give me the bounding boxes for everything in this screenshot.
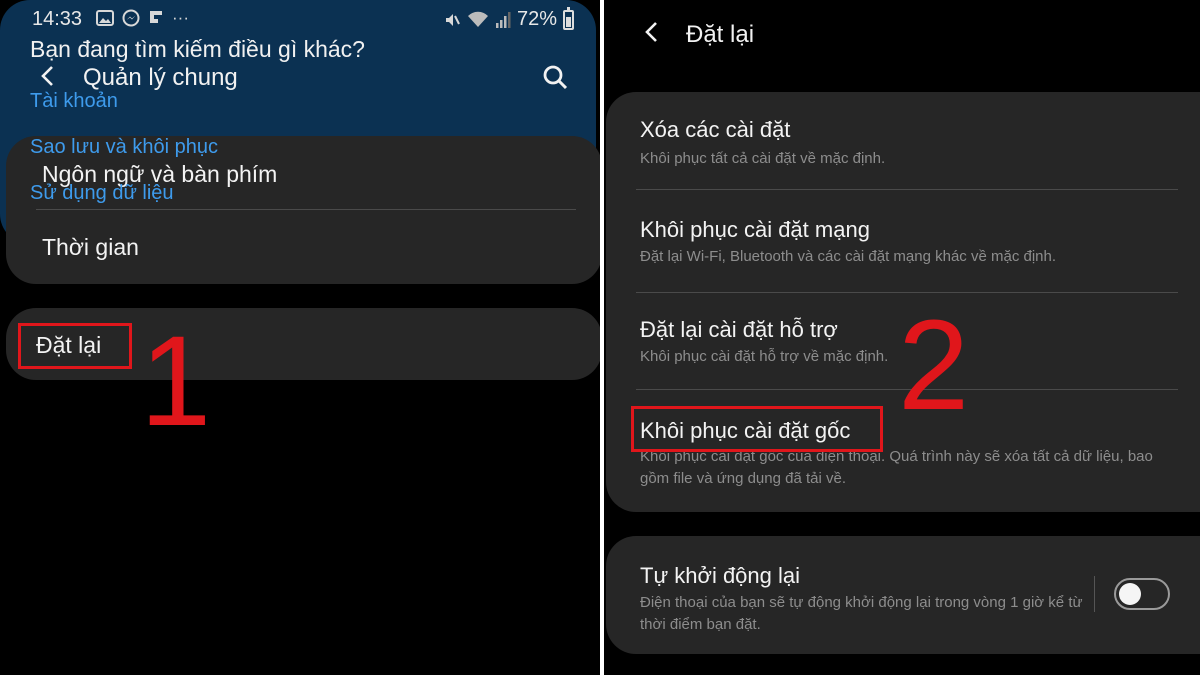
option-subtitle: Khôi phục cài đặt gốc của điện thoại. Qu…: [640, 448, 1153, 487]
page-title: Quản lý chung: [83, 64, 238, 91]
option-title: Tự khởi động lại: [640, 563, 801, 588]
more-dots-icon: ···: [172, 8, 189, 27]
option-subtitle: Điện thoại của bạn sẽ tự động khởi động …: [640, 594, 1083, 633]
link-backup-restore[interactable]: Sao lưu và khôi phục: [30, 136, 218, 159]
search-icon[interactable]: [540, 62, 570, 92]
back-arrow-icon[interactable]: [642, 20, 660, 44]
battery-percent: 72%: [516, 8, 557, 30]
page-title: Đặt lại: [686, 21, 755, 48]
toggle-knob: [1119, 583, 1141, 605]
highlight-box-reset: [18, 323, 132, 369]
left-screen: 14:33 ··· 72% Quản lý chung Ngôn ngữ và …: [0, 0, 600, 675]
menu-item-auto-restart[interactable]: Tự khởi động lại Điện thoại của bạn sẽ t…: [606, 536, 1200, 654]
menu-item-reset-settings[interactable]: Xóa các cài đặt Khôi phục tất cả cài đặt…: [606, 92, 1200, 188]
highlight-box-factory-reset: [631, 406, 883, 452]
notification-icons: ···: [96, 7, 189, 29]
menu-item-time[interactable]: Thời gian: [6, 210, 600, 284]
auto-restart-card: Tự khởi động lại Điện thoại của bạn sẽ t…: [606, 536, 1200, 654]
auto-restart-toggle[interactable]: [1114, 578, 1170, 610]
back-arrow-icon[interactable]: [38, 64, 56, 88]
option-subtitle: Đặt lại Wi-Fi, Bluetooth và các cài đặt …: [640, 248, 1057, 265]
suggestion-heading: Bạn đang tìm kiếm điều gì khác?: [30, 36, 365, 62]
panel-divider: [600, 0, 604, 675]
option-subtitle: Khôi phục tất cả cài đặt về mặc định.: [640, 150, 886, 167]
system-icons: 72%: [443, 6, 574, 31]
battery-icon: [563, 6, 574, 30]
toggle-divider: [1094, 576, 1095, 612]
wifi-icon: [467, 11, 488, 27]
messenger-icon: [122, 9, 140, 27]
mute-icon: [445, 13, 460, 26]
flipboard-icon: [150, 11, 162, 23]
step-number-1: 1: [140, 310, 212, 453]
link-accounts[interactable]: Tài khoản: [30, 90, 118, 113]
link-data-usage[interactable]: Sử dụng dữ liệu: [30, 182, 174, 205]
gallery-icon: [96, 10, 114, 26]
menu-item-label: Thời gian: [42, 234, 139, 260]
status-time: 14:33: [32, 8, 83, 30]
option-title: Khôi phục cài đặt mạng: [640, 217, 870, 242]
option-subtitle: Khôi phục cài đặt hỗ trợ về mặc định.: [640, 348, 889, 365]
option-title: Xóa các cài đặt: [640, 117, 791, 142]
signal-icon: [495, 11, 511, 28]
step-number-2: 2: [898, 294, 970, 437]
status-bar: 14:33 ··· 72%: [0, 0, 600, 36]
option-title: Đặt lại cài đặt hỗ trợ: [640, 317, 838, 342]
app-bar: Đặt lại: [604, 8, 1200, 58]
menu-item-reset-network[interactable]: Khôi phục cài đặt mạng Đặt lại Wi-Fi, Bl…: [606, 190, 1200, 292]
